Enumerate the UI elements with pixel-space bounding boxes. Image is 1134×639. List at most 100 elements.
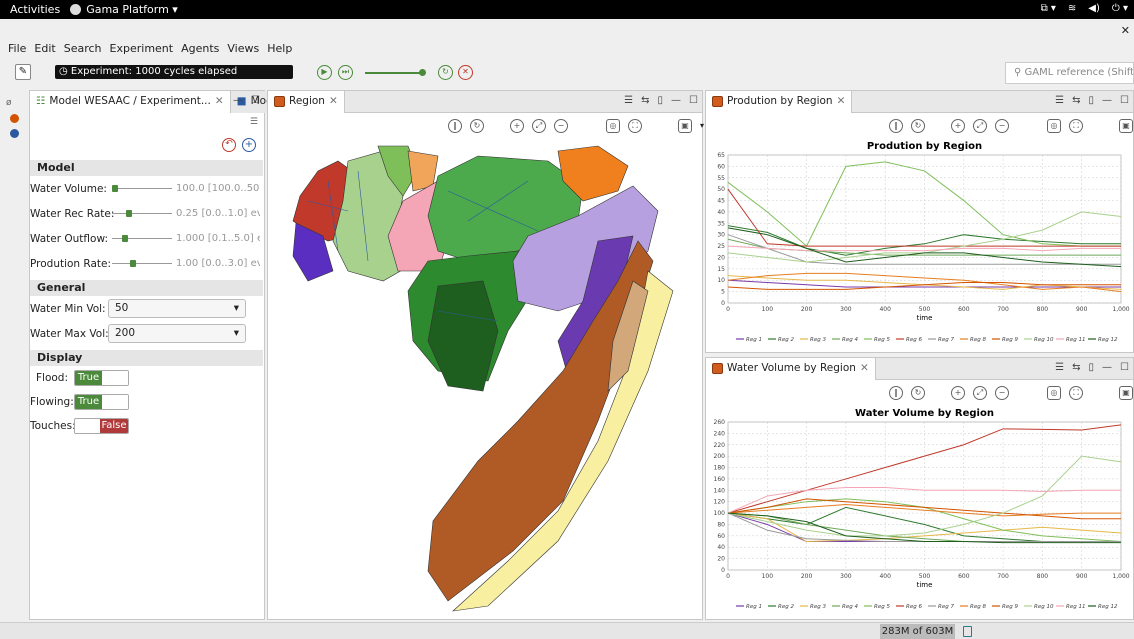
zoom-in-icon[interactable]: + bbox=[510, 119, 524, 133]
agents-icon[interactable] bbox=[10, 114, 19, 123]
app-menu-button[interactable]: Gama Platform ▾ bbox=[70, 3, 178, 16]
sync-icon[interactable]: ⇆ bbox=[641, 95, 649, 106]
menu-experiment[interactable]: Experiment bbox=[110, 42, 174, 58]
presentation-icon[interactable]: ▣ bbox=[1119, 119, 1133, 133]
sync-icon[interactable]: ⇆ bbox=[1072, 95, 1080, 106]
menu-agents[interactable]: Agents bbox=[181, 42, 219, 58]
param-slider[interactable] bbox=[112, 185, 172, 192]
zoom-fit-icon[interactable]: ⤢ bbox=[973, 386, 987, 400]
window-switch-icon[interactable]: ⧉ ▾ bbox=[1041, 3, 1056, 14]
maximize-icon[interactable]: ☐ bbox=[1120, 362, 1129, 373]
param-slider-thumb[interactable] bbox=[112, 185, 118, 192]
tab-close-icon[interactable]: ✕ bbox=[329, 91, 338, 112]
snapshot-icon[interactable]: ◎ bbox=[1047, 119, 1061, 133]
production-chart[interactable]: Prodution by Region 0 5 10 15 20 25 30 35 40 45 50 5… bbox=[706, 137, 1133, 352]
minimize-icon[interactable]: — bbox=[1102, 362, 1112, 373]
overlay-icon[interactable]: ▯ bbox=[1089, 95, 1095, 106]
tab-region[interactable]: Region ✕ bbox=[268, 90, 345, 113]
maximize-icon[interactable]: ☐ bbox=[1120, 95, 1129, 106]
minimize-icon[interactable]: — bbox=[1102, 95, 1112, 106]
zoom-in-icon[interactable]: + bbox=[951, 386, 965, 400]
region-map[interactable] bbox=[288, 141, 688, 616]
edit-icon[interactable]: ✎ bbox=[15, 64, 31, 80]
zoom-out-icon[interactable]: − bbox=[995, 119, 1009, 133]
filter-icon[interactable]: ☰ bbox=[250, 117, 258, 127]
param-value[interactable]: 0.25 [0.0..1.0] every bbox=[176, 208, 260, 219]
fullscreen-icon[interactable]: ⛶ bbox=[1069, 386, 1083, 400]
snapshot-icon[interactable]: ◎ bbox=[606, 119, 620, 133]
presentation-icon[interactable]: ▣ bbox=[678, 119, 692, 133]
param-slider[interactable] bbox=[112, 210, 172, 217]
param-slider-thumb[interactable] bbox=[125, 210, 132, 217]
layers-icon[interactable]: ☰ bbox=[1055, 362, 1064, 373]
menu-views[interactable]: Views bbox=[227, 42, 259, 58]
zoom-fit-icon[interactable]: ⤢ bbox=[532, 119, 546, 133]
tab-production-by-region[interactable]: Prodution by Region ✕ bbox=[706, 90, 853, 113]
overlay-icon[interactable]: ▯ bbox=[658, 95, 664, 106]
water-min-vol-select[interactable]: 50 bbox=[108, 299, 246, 318]
sync-display-icon[interactable]: ↻ bbox=[911, 119, 925, 133]
flowing-toggle[interactable]: True bbox=[74, 394, 129, 410]
param-slider-thumb[interactable] bbox=[129, 260, 136, 267]
console-icon[interactable]: ø bbox=[6, 98, 27, 108]
power-icon[interactable]: ⏻ ▾ bbox=[1112, 3, 1128, 14]
window-close-icon[interactable]: ✕ bbox=[1121, 24, 1130, 37]
activities-button[interactable]: Activities bbox=[0, 3, 70, 16]
minimize-icon[interactable]: — bbox=[671, 95, 681, 106]
pause-icon[interactable]: ‖ bbox=[889, 119, 903, 133]
pause-icon[interactable]: ‖ bbox=[448, 119, 462, 133]
chat-icon[interactable] bbox=[10, 129, 19, 138]
maximize-icon[interactable]: ☐ bbox=[251, 95, 260, 106]
run-icon[interactable]: ▶ bbox=[317, 65, 332, 80]
presentation-icon[interactable]: ▣ bbox=[1119, 386, 1133, 400]
pause-icon[interactable]: ‖ bbox=[889, 386, 903, 400]
tab-experiment-parameters[interactable]: ☷ Model WESAAC / Experiment... ✕ bbox=[30, 90, 231, 113]
snapshot-icon[interactable]: ◎ bbox=[1047, 386, 1061, 400]
menu-search[interactable]: Search bbox=[64, 42, 102, 58]
overlay-icon[interactable]: ▯ bbox=[1089, 362, 1095, 373]
zoom-out-icon[interactable]: − bbox=[554, 119, 568, 133]
dropdown-arrow-icon[interactable]: ▾ bbox=[700, 119, 704, 133]
system-tray[interactable]: ⧉ ▾ ≋ ◀) ⏻ ▾ bbox=[1041, 3, 1128, 14]
fullscreen-icon[interactable]: ⛶ bbox=[628, 119, 642, 133]
revert-icon[interactable]: ↶ bbox=[222, 138, 236, 152]
zoom-in-icon[interactable]: + bbox=[951, 119, 965, 133]
experiment-status[interactable]: ◷ Experiment: 1000 cycles elapsed bbox=[55, 65, 293, 79]
zoom-out-icon[interactable]: − bbox=[995, 386, 1009, 400]
menu-help[interactable]: Help bbox=[267, 42, 292, 58]
layers-icon[interactable]: ☰ bbox=[624, 95, 633, 106]
maximize-icon[interactable]: ☐ bbox=[689, 95, 698, 106]
layers-icon[interactable]: ☰ bbox=[1055, 95, 1064, 106]
gaml-reference-search[interactable]: ⚲ GAML reference (Shift+Ctr bbox=[1005, 62, 1134, 84]
tab-water-volume-by-region[interactable]: Water Volume by Region ✕ bbox=[706, 357, 876, 380]
minimize-icon[interactable]: — bbox=[233, 95, 243, 106]
water-volume-chart[interactable]: Water Volume by Region 0 20 40 60 80 100 120 140… bbox=[706, 404, 1133, 619]
tab-close-icon[interactable]: ✕ bbox=[860, 358, 869, 379]
zoom-fit-icon[interactable]: ⤢ bbox=[973, 119, 987, 133]
speed-slider[interactable] bbox=[365, 69, 426, 76]
water-max-vol-select[interactable]: 200 bbox=[108, 324, 246, 343]
param-slider[interactable] bbox=[112, 260, 172, 267]
menu-edit[interactable]: Edit bbox=[34, 42, 55, 58]
param-slider-thumb[interactable] bbox=[121, 235, 128, 242]
param-value[interactable]: 1.000 [0.1..5.0] ever bbox=[176, 233, 260, 244]
add-icon[interactable]: + bbox=[242, 138, 256, 152]
sync-icon[interactable]: ⇆ bbox=[1072, 362, 1080, 373]
stop-icon[interactable]: ✕ bbox=[458, 65, 473, 80]
param-value[interactable]: 100.0 [100.0..500.0] bbox=[176, 183, 260, 194]
menu-file[interactable]: File bbox=[8, 42, 26, 58]
fullscreen-icon[interactable]: ⛶ bbox=[1069, 119, 1083, 133]
param-value[interactable]: 1.00 [0.0..3.0] every bbox=[176, 258, 260, 269]
flood-toggle[interactable]: True bbox=[74, 370, 129, 386]
speed-slider-knob[interactable] bbox=[419, 69, 426, 76]
touches-toggle[interactable]: False bbox=[74, 418, 129, 434]
garbage-collect-icon[interactable] bbox=[963, 626, 972, 637]
tab-close-icon[interactable]: ✕ bbox=[837, 91, 846, 112]
sync-display-icon[interactable]: ↻ bbox=[911, 386, 925, 400]
param-slider[interactable] bbox=[112, 235, 172, 242]
reload-icon[interactable]: ↻ bbox=[438, 65, 453, 80]
tab-close-icon[interactable]: ✕ bbox=[215, 91, 224, 112]
step-icon[interactable]: ⏭ bbox=[338, 65, 353, 80]
memory-indicator[interactable]: 283M of 603M bbox=[880, 624, 955, 639]
sync-display-icon[interactable]: ↻ bbox=[470, 119, 484, 133]
